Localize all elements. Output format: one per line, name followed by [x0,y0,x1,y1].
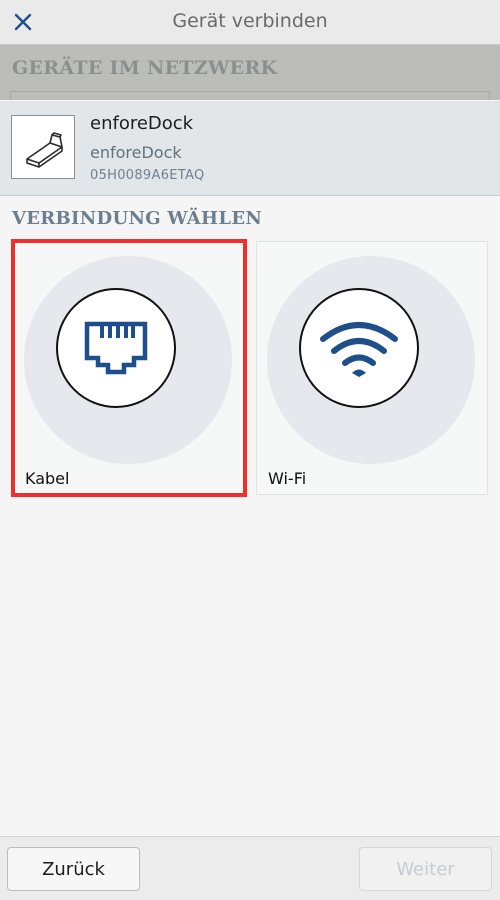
connection-option-wifi[interactable]: Wi-Fi [256,241,488,495]
device-serial-number: 05H0089A6ETAQ [90,168,205,183]
option-icon-circle [56,288,176,408]
dock-device-icon [26,132,63,168]
network-section: GERÄTE IM NETZWERK [0,45,500,100]
top-bar: Gerät verbinden [0,0,500,45]
next-button[interactable]: Weiter [359,847,492,891]
section-divider [10,91,490,100]
connection-section-heading: VERBINDUNG WÄHLEN [12,208,263,229]
connection-option-cable[interactable]: Kabel [11,239,247,497]
device-thumbnail [11,115,75,179]
network-section-heading: GERÄTE IM NETZWERK [12,57,278,79]
option-label: Wi-Fi [268,469,307,488]
option-label: Kabel [25,469,70,488]
bottom-bar: Zurück Weiter [0,836,500,900]
device-name: enforeDock [90,113,194,134]
option-icon-circle [299,288,419,408]
ethernet-port-icon [84,321,148,375]
wifi-icon [320,322,398,377]
page-title: Gerät verbinden [172,10,328,32]
device-list-item[interactable]: enforeDock enforeDock 05H0089A6ETAQ [0,101,500,196]
back-button[interactable]: Zurück [7,847,140,891]
device-type: enforeDock [90,143,182,162]
